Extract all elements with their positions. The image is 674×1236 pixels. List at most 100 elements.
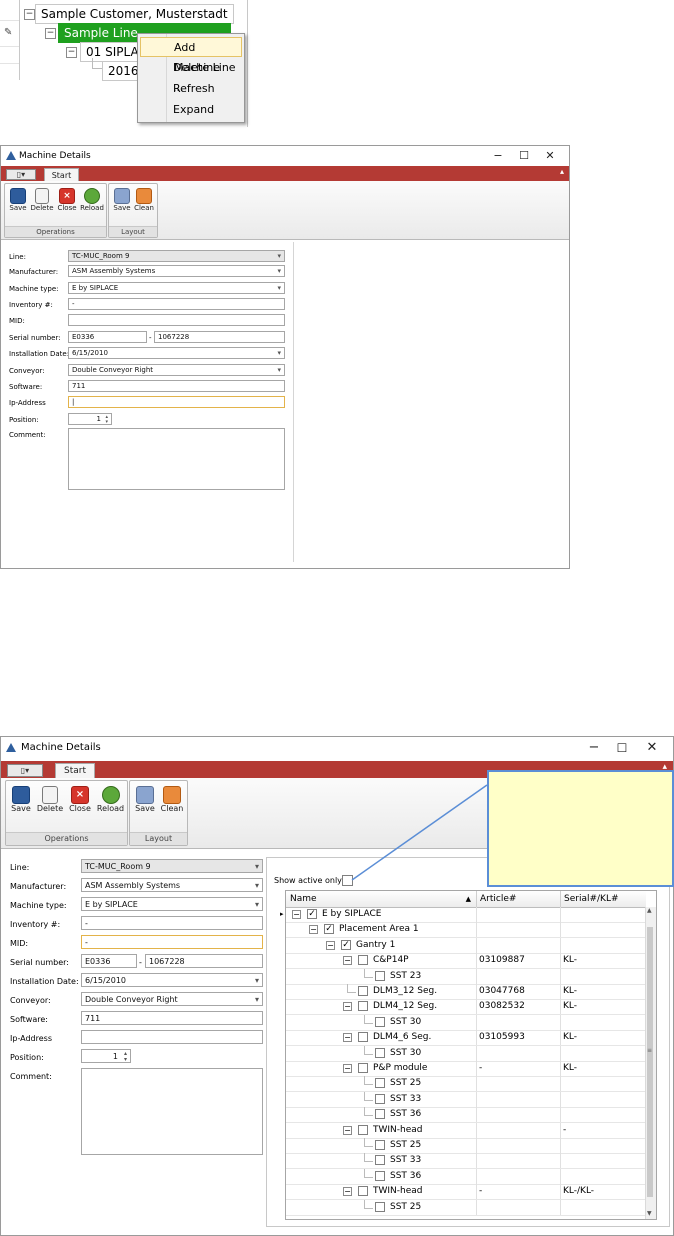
table-row[interactable]: − ✓ Placement Area 1 [286, 922, 646, 939]
row-checkbox[interactable] [375, 1078, 385, 1089]
cell-name: SST 36 [390, 1109, 422, 1120]
row-indicator-icon: ▸ [280, 910, 284, 918]
vertical-scrollbar[interactable]: ▲ ≡ ▼ [645, 907, 656, 1219]
table-row[interactable]: SST 30 [286, 1014, 646, 1031]
cell-name: SST 33 [390, 1155, 422, 1166]
table-row[interactable]: ▸ − ✓ E by SIPLACE [280, 907, 646, 923]
row-checkbox[interactable] [358, 955, 368, 966]
column-header-article[interactable]: Article# [476, 891, 560, 907]
row-checkbox[interactable] [358, 1124, 368, 1135]
row-checkbox[interactable] [375, 1201, 385, 1212]
components-grid: Name ▲ Article# Serial#/KL# ▸ − ✓ E by SIPLA… [280, 890, 657, 1220]
table-row[interactable]: SST 23 [286, 968, 646, 985]
cell-name: SST 36 [390, 1170, 422, 1181]
row-checkbox[interactable] [358, 1001, 368, 1012]
cell-name: SST 25 [390, 1140, 422, 1150]
cell-article: - [479, 1063, 483, 1073]
row-checkbox[interactable] [375, 1140, 385, 1150]
cell-article: - [479, 1186, 483, 1197]
cell-name: Gantry 1 [356, 939, 396, 950]
tree-connector [364, 1168, 373, 1178]
collapse-row-icon[interactable]: − [343, 956, 352, 966]
collapse-row-icon[interactable]: − [343, 1033, 352, 1043]
tree-connector [364, 1091, 373, 1101]
column-header-serial[interactable]: Serial#/KL# [560, 891, 646, 907]
cell-serial: KL- [563, 986, 578, 996]
tree-connector [364, 1076, 373, 1086]
cell-serial: KL- [563, 1001, 578, 1012]
row-checkbox[interactable]: ✓ [307, 909, 317, 919]
cell-name: Placement Area 1 [339, 924, 419, 935]
row-checkbox[interactable] [358, 986, 368, 996]
tree-connector [364, 1107, 373, 1117]
table-row[interactable]: − TWIN-head - [286, 1122, 646, 1139]
row-checkbox[interactable] [375, 1109, 385, 1120]
tree-connector [347, 984, 356, 993]
row-checkbox[interactable] [375, 1047, 385, 1058]
cell-name: SST 23 [390, 970, 422, 981]
collapse-row-icon[interactable]: − [343, 1002, 352, 1012]
cell-serial: KL- [563, 1063, 578, 1073]
collapse-row-icon[interactable]: − [292, 910, 301, 919]
row-checkbox[interactable] [358, 1186, 368, 1197]
table-row[interactable]: SST 25 [286, 1199, 646, 1216]
collapse-row-icon[interactable]: − [343, 1064, 352, 1073]
cell-serial: KL-/KL- [563, 1186, 595, 1197]
row-checkbox[interactable]: ✓ [341, 939, 351, 950]
cell-serial: - [563, 1124, 567, 1135]
collapse-row-icon[interactable]: − [326, 940, 335, 950]
cell-name: P&P module [373, 1063, 428, 1073]
table-row[interactable]: SST 36 [286, 1107, 646, 1124]
tree-connector [364, 1199, 373, 1209]
table-row[interactable]: DLM3_12 Seg. 03047768 KL- [286, 984, 646, 1000]
cell-name: SST 25 [390, 1201, 422, 1212]
table-row[interactable]: − P&P module - KL- [286, 1061, 646, 1077]
table-row[interactable]: SST 25 [286, 1138, 646, 1154]
cell-name: SST 30 [390, 1016, 422, 1027]
table-row[interactable]: SST 36 [286, 1168, 646, 1185]
tree-connector [364, 1138, 373, 1147]
table-row[interactable]: − TWIN-head - KL-/KL- [286, 1184, 646, 1201]
table-row[interactable]: − ✓ Gantry 1 [286, 937, 646, 954]
cell-name: SST 33 [390, 1093, 422, 1104]
row-checkbox[interactable] [358, 1063, 368, 1073]
table-row[interactable]: − DLM4_6 Seg. 03105993 KL- [286, 1030, 646, 1047]
table-row[interactable]: − C&P14P 03109887 KL- [286, 953, 646, 970]
row-checkbox[interactable] [375, 1170, 385, 1181]
table-row[interactable]: − DLM4_12 Seg. 03082532 KL- [286, 999, 646, 1016]
row-checkbox[interactable] [358, 1032, 368, 1043]
tree-connector [364, 1045, 373, 1055]
collapse-row-icon[interactable]: − [343, 1187, 352, 1197]
cell-article: 03105993 [479, 1032, 525, 1043]
tree-connector [364, 968, 373, 978]
row-checkbox[interactable] [375, 1016, 385, 1027]
cell-serial: KL- [563, 955, 578, 966]
collapse-row-icon[interactable]: − [343, 1125, 352, 1135]
cell-name: C&P14P [373, 955, 409, 966]
table-row[interactable]: SST 30 [286, 1045, 646, 1062]
row-checkbox[interactable] [375, 1093, 385, 1104]
row-checkbox[interactable] [375, 970, 385, 981]
cell-article: 03109887 [479, 955, 525, 966]
cell-name: SST 30 [390, 1047, 422, 1058]
cell-name: SST 25 [390, 1078, 422, 1089]
column-header-name[interactable]: Name ▲ [286, 891, 476, 907]
table-row[interactable]: SST 33 [286, 1153, 646, 1170]
row-checkbox[interactable]: ✓ [324, 924, 334, 935]
cell-name: TWIN-head [373, 1124, 423, 1135]
cell-article: 03047768 [479, 986, 525, 996]
cell-name: E by SIPLACE [322, 909, 382, 919]
table-row[interactable]: SST 33 [286, 1091, 646, 1108]
cell-name: DLM3_12 Seg. [373, 986, 438, 996]
table-row[interactable]: SST 25 [286, 1076, 646, 1093]
collapse-row-icon[interactable]: − [309, 925, 318, 935]
cell-name: TWIN-head [373, 1186, 423, 1197]
grid-header: Name ▲ Article# Serial#/KL# [286, 891, 646, 908]
row-checkbox[interactable] [375, 1155, 385, 1166]
cell-article: 03082532 [479, 1001, 525, 1012]
cell-name: DLM4_6 Seg. [373, 1032, 432, 1043]
scrollbar-thumb[interactable] [647, 927, 653, 1197]
cell-name: DLM4_12 Seg. [373, 1001, 438, 1012]
cell-serial: KL- [563, 1032, 578, 1043]
sort-ascending-icon: ▲ [465, 895, 471, 903]
